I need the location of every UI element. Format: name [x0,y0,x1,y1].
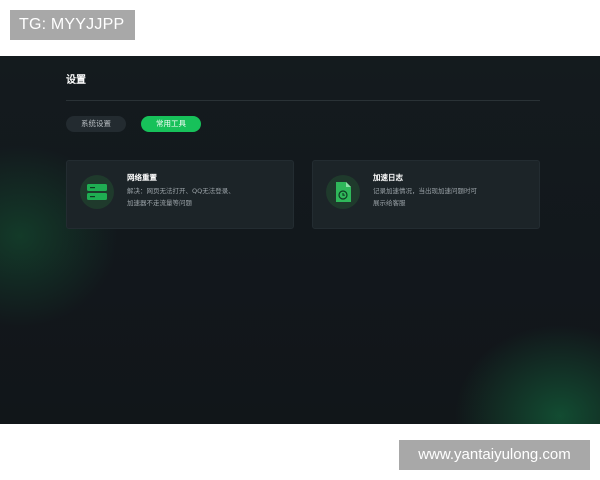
acceleration-log-title: 加速日志 [373,173,403,182]
title-divider [66,100,540,101]
acceleration-log-description: 记录加速情况，当出现加速问题时可展示给客服 [373,187,477,207]
server-icon [80,175,114,209]
network-reset-title: 网络重置 [127,173,157,182]
page-title: 设置 [66,75,86,86]
document-icon [326,175,360,209]
watermark-bottom: www.yantaiyulong.com [399,440,590,470]
network-reset-card[interactable]: 网络重置 解决：网页无法打开、QQ无法登录、加速器不走流量等问题 [66,160,294,229]
network-reset-description: 解决：网页无法打开、QQ无法登录、加速器不走流量等问题 [127,187,235,207]
tab-system-settings[interactable]: 系统设置 [66,116,126,132]
settings-window: 设置 系统设置 常用工具 网络重置 解决：网页无法打开、QQ无法登录、加速器不走… [0,56,600,424]
acceleration-log-card[interactable]: 加速日志 记录加速情况，当出现加速问题时可展示给客服 [312,160,540,229]
tab-common-tools[interactable]: 常用工具 [141,116,201,132]
watermark-top: TG: MYYJJPP [10,10,135,40]
